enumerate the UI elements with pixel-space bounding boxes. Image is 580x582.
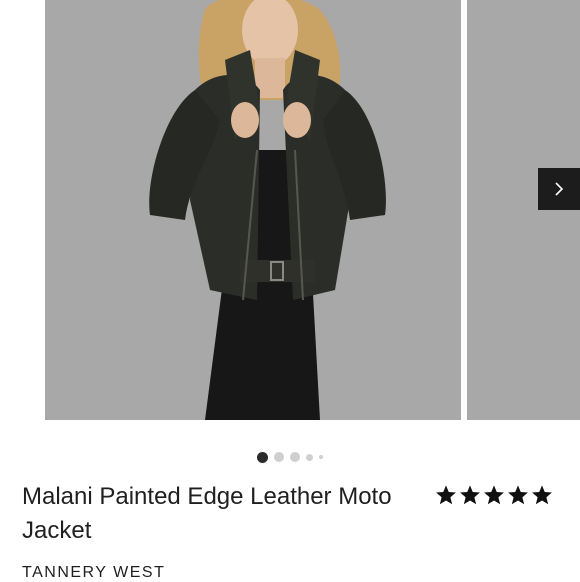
pagination-dot[interactable] (290, 452, 300, 462)
product-title: Malani Painted Edge Leather Moto Jacket (22, 483, 392, 544)
pagination-dot-active[interactable] (257, 451, 268, 463)
pagination-dot[interactable] (306, 453, 313, 461)
star-icon (460, 485, 480, 505)
brand-name[interactable]: TANNERY WEST (22, 564, 165, 582)
star-icon (484, 485, 504, 505)
star-icon (532, 485, 552, 505)
pagination-dot[interactable] (319, 455, 323, 459)
star-rating[interactable] (435, 484, 553, 506)
chevron-right-icon (555, 182, 564, 196)
pagination-dot[interactable] (274, 452, 284, 462)
next-image-button[interactable] (538, 168, 580, 210)
star-icon (508, 485, 528, 505)
carousel-pagination (0, 450, 580, 464)
product-image-next-preview[interactable] (467, 0, 580, 420)
product-photo (45, 0, 461, 420)
product-image-main[interactable] (45, 0, 461, 420)
star-icon (436, 485, 456, 505)
image-carousel[interactable] (0, 0, 580, 420)
